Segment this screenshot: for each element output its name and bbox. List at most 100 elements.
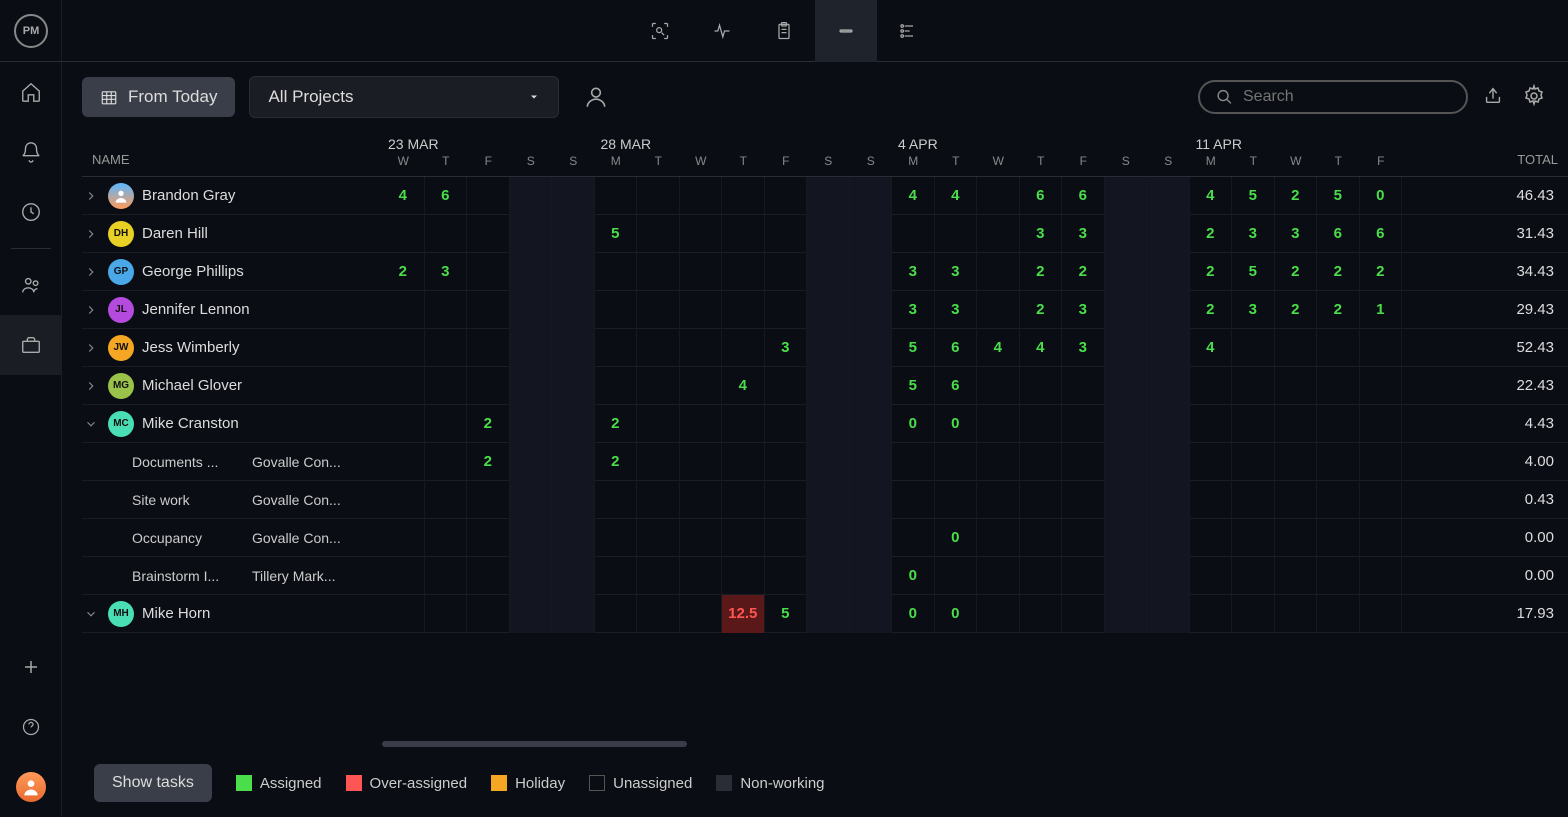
- workload-cell[interactable]: [637, 519, 680, 557]
- workload-cell[interactable]: [1232, 329, 1275, 367]
- chevron-down-icon[interactable]: [84, 607, 100, 621]
- workload-cell[interactable]: [595, 291, 638, 329]
- workload-cell[interactable]: [1105, 519, 1148, 557]
- workload-cell[interactable]: 6: [425, 177, 468, 215]
- workload-cell[interactable]: [935, 481, 978, 519]
- workload-cell[interactable]: [1190, 557, 1233, 595]
- workload-cell[interactable]: [1190, 405, 1233, 443]
- workload-cell[interactable]: [680, 215, 723, 253]
- workload-cell[interactable]: [1275, 481, 1318, 519]
- horizontal-scrollbar[interactable]: [382, 741, 1568, 749]
- workload-cell[interactable]: [1105, 215, 1148, 253]
- workload-cell[interactable]: [1232, 557, 1275, 595]
- workload-cell[interactable]: 3: [1232, 215, 1275, 253]
- workload-cell[interactable]: [1105, 177, 1148, 215]
- workload-cell[interactable]: [1360, 595, 1403, 633]
- plus-icon[interactable]: [0, 637, 62, 697]
- workload-cell[interactable]: 6: [1317, 215, 1360, 253]
- workload-cell[interactable]: [722, 443, 765, 481]
- workload-cell[interactable]: [552, 405, 595, 443]
- workload-cell[interactable]: 12.5: [722, 595, 765, 633]
- workload-cell[interactable]: [467, 329, 510, 367]
- workload-cell[interactable]: [1020, 481, 1063, 519]
- workload-cell[interactable]: [977, 405, 1020, 443]
- workload-cell[interactable]: 4: [1190, 177, 1233, 215]
- workload-cell[interactable]: 2: [595, 405, 638, 443]
- workload-cell[interactable]: [637, 443, 680, 481]
- help-icon[interactable]: [0, 697, 62, 757]
- workload-cell[interactable]: [552, 291, 595, 329]
- workload-cell[interactable]: [637, 405, 680, 443]
- workload-cell[interactable]: 5: [1232, 177, 1275, 215]
- workload-cell[interactable]: 3: [1062, 291, 1105, 329]
- workload-cell[interactable]: [1275, 405, 1318, 443]
- workload-cell[interactable]: [850, 291, 893, 329]
- workload-cell[interactable]: [680, 595, 723, 633]
- workload-cell[interactable]: [722, 329, 765, 367]
- workload-cell[interactable]: [1147, 291, 1190, 329]
- workload-cell[interactable]: [850, 519, 893, 557]
- workload-cell[interactable]: [467, 215, 510, 253]
- workload-cell[interactable]: [1147, 177, 1190, 215]
- workload-cell[interactable]: [850, 177, 893, 215]
- workload-cell[interactable]: 5: [595, 215, 638, 253]
- workload-cell[interactable]: [765, 519, 808, 557]
- workload-cell[interactable]: [977, 595, 1020, 633]
- user-avatar[interactable]: [16, 772, 46, 802]
- workload-cell[interactable]: 2: [382, 253, 425, 291]
- workload-cell[interactable]: 2: [1317, 291, 1360, 329]
- workload-cell[interactable]: [510, 481, 553, 519]
- workload-cell[interactable]: [1147, 519, 1190, 557]
- workload-cell[interactable]: 6: [935, 329, 978, 367]
- workload-cell[interactable]: [680, 291, 723, 329]
- workload-cell[interactable]: [1105, 557, 1148, 595]
- workload-cell[interactable]: [637, 253, 680, 291]
- workload-cell[interactable]: [977, 481, 1020, 519]
- workload-cell[interactable]: [807, 253, 850, 291]
- workload-cell[interactable]: [1105, 291, 1148, 329]
- workload-cell[interactable]: 3: [935, 291, 978, 329]
- workload-cell[interactable]: 2: [1190, 291, 1233, 329]
- workload-cell[interactable]: [552, 367, 595, 405]
- workload-cell[interactable]: [1232, 405, 1275, 443]
- workload-cell[interactable]: [1147, 215, 1190, 253]
- workload-cell[interactable]: [807, 329, 850, 367]
- workload-cell[interactable]: [1360, 329, 1403, 367]
- workload-cell[interactable]: [552, 481, 595, 519]
- workload-cell[interactable]: [510, 253, 553, 291]
- workload-cell[interactable]: [510, 595, 553, 633]
- workload-cell[interactable]: [382, 481, 425, 519]
- workload-cell[interactable]: [1147, 481, 1190, 519]
- workload-cell[interactable]: [680, 405, 723, 443]
- workload-cell[interactable]: [637, 367, 680, 405]
- workload-cell[interactable]: [510, 443, 553, 481]
- chevron-right-icon[interactable]: [84, 189, 100, 203]
- workload-cell[interactable]: [1062, 443, 1105, 481]
- workload-cell[interactable]: [467, 291, 510, 329]
- workload-cell[interactable]: [510, 177, 553, 215]
- workload-cell[interactable]: [1147, 367, 1190, 405]
- workload-cell[interactable]: [425, 443, 468, 481]
- team-icon[interactable]: [0, 255, 62, 315]
- workload-cell[interactable]: [807, 367, 850, 405]
- workload-cell[interactable]: [1105, 443, 1148, 481]
- workload-cell[interactable]: [425, 405, 468, 443]
- workload-cell[interactable]: [1317, 595, 1360, 633]
- workload-cell[interactable]: [765, 215, 808, 253]
- workload-cell[interactable]: [1232, 481, 1275, 519]
- workload-cell[interactable]: [510, 557, 553, 595]
- workload-cell[interactable]: [382, 443, 425, 481]
- workload-cell[interactable]: [1232, 367, 1275, 405]
- workload-cell[interactable]: [680, 443, 723, 481]
- workload-cell[interactable]: 2: [1317, 253, 1360, 291]
- clock-icon[interactable]: [0, 182, 62, 242]
- workload-cell[interactable]: [935, 215, 978, 253]
- workload-cell[interactable]: [977, 177, 1020, 215]
- workload-cell[interactable]: [595, 595, 638, 633]
- workload-cell[interactable]: 4: [722, 367, 765, 405]
- workload-cell[interactable]: 2: [1190, 215, 1233, 253]
- workload-cell[interactable]: [1147, 595, 1190, 633]
- workload-cell[interactable]: 0: [1360, 177, 1403, 215]
- workload-cell[interactable]: [510, 367, 553, 405]
- workload-cell[interactable]: [1232, 519, 1275, 557]
